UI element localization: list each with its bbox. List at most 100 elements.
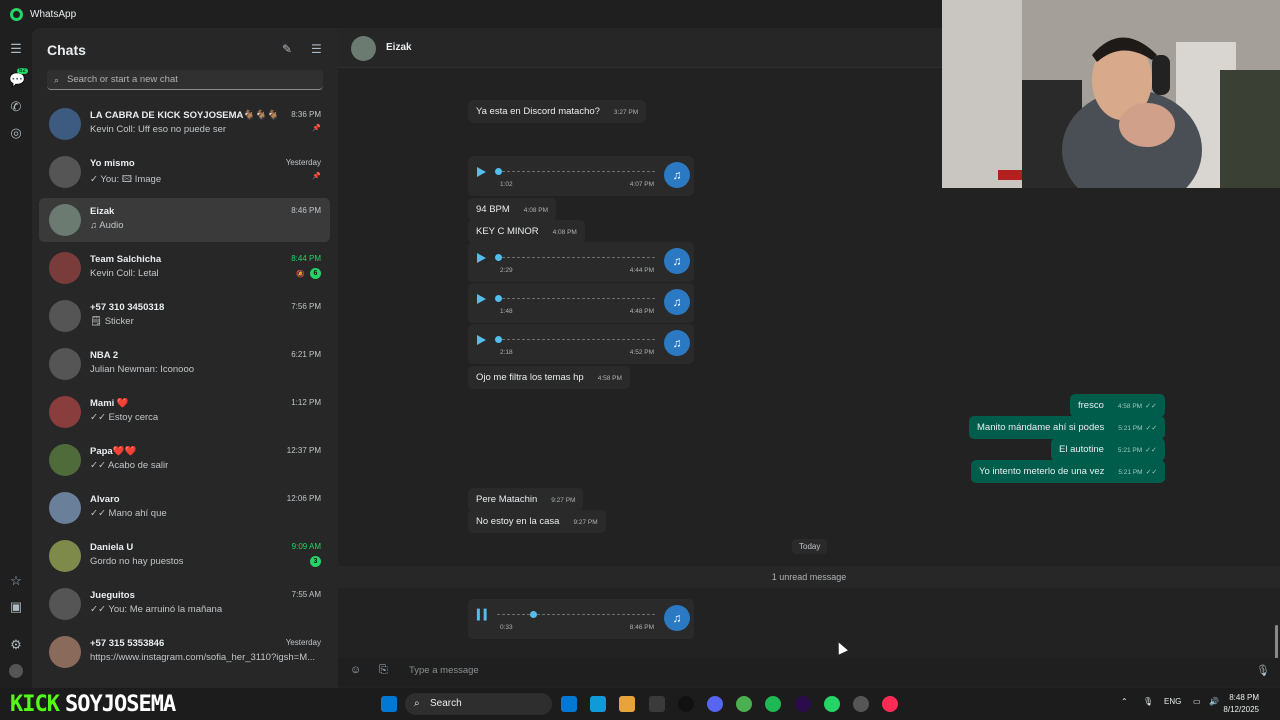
chat-name: +57 310 3450318 bbox=[90, 302, 165, 313]
search-input[interactable]: ⌕ Search or start a new chat bbox=[47, 70, 323, 90]
message-out[interactable]: Yo intento meterlo de una vez 5:21 PM ✓✓ bbox=[971, 460, 1166, 483]
pause-icon[interactable]: ▍▍ bbox=[477, 610, 491, 621]
chat-list-item[interactable]: Alvaro ✓✓ Mano ahí que 12:06 PM bbox=[39, 486, 330, 530]
chat-list-item[interactable]: Jueguitos ✓✓ You: Me arruinó la mañana 7:5… bbox=[39, 582, 330, 626]
tray-chevron-icon[interactable]: ⌃ bbox=[1121, 697, 1128, 706]
webcam-image bbox=[942, 0, 1280, 188]
calls-icon[interactable]: ✆ bbox=[9, 100, 23, 114]
play-icon[interactable] bbox=[477, 294, 486, 304]
chat-time: 8:36 PM bbox=[291, 110, 321, 119]
chat-preview: Kevin Coll: Uff eso no puede ser bbox=[90, 124, 227, 135]
tiktok-icon[interactable] bbox=[677, 696, 694, 712]
chat-name: +57 315 5353846 bbox=[90, 638, 165, 649]
music-note-icon: ♫ bbox=[664, 605, 690, 631]
chats-icon[interactable]: 💬 bbox=[9, 73, 25, 87]
status-icon[interactable]: ◎ bbox=[9, 126, 23, 140]
chat-list-item[interactable]: +57 315 5353846 https://www.instagram.com… bbox=[39, 630, 330, 674]
audio-message-playing[interactable]: ▍▍ 0:33 8:46 PM ♫ bbox=[468, 599, 694, 639]
microphone-icon[interactable]: 🎙 bbox=[1256, 664, 1270, 677]
message-input[interactable]: Type a message bbox=[409, 665, 479, 676]
music-note-icon: ♫ bbox=[664, 162, 690, 188]
starred-icon[interactable]: ☆ bbox=[9, 574, 23, 588]
store-icon[interactable] bbox=[648, 696, 665, 712]
premiere-icon[interactable] bbox=[794, 696, 811, 712]
message-in[interactable]: No estoy en la casa 9:27 PM bbox=[468, 510, 606, 533]
chat-avatar bbox=[49, 300, 81, 332]
emoji-icon[interactable]: ☺ bbox=[350, 664, 361, 676]
chat-list-item[interactable]: Papa❤️❤️ ✓✓ Acabo de salir 12:37 PM bbox=[39, 438, 330, 482]
search-icon: ⌕ bbox=[414, 698, 420, 709]
chat-name: Team Salchicha bbox=[90, 254, 162, 265]
chat-list-item[interactable]: NBA 2 Julian Newman: Iconooo 6:21 PM bbox=[39, 342, 330, 386]
clock[interactable]: 8:48 PM 8/12/2025 bbox=[1223, 692, 1259, 716]
audio-message[interactable]: 1:02 4:07 PM ♫ bbox=[468, 156, 694, 196]
spotify-icon[interactable] bbox=[765, 696, 782, 712]
chat-avatar bbox=[49, 588, 81, 620]
contact-avatar[interactable] bbox=[351, 36, 376, 61]
chat-avatar bbox=[49, 252, 81, 284]
settings-icon[interactable]: ⚙ bbox=[9, 638, 23, 652]
task-view-icon[interactable] bbox=[561, 696, 577, 712]
obs-icon[interactable] bbox=[853, 696, 869, 712]
chat-preview: 🗒 Sticker bbox=[90, 316, 134, 327]
menu-icon[interactable]: ☰ bbox=[9, 42, 23, 56]
play-icon[interactable] bbox=[477, 335, 486, 345]
chat-name: Jueguitos bbox=[90, 590, 135, 601]
message-out[interactable]: fresco 4:58 PM ✓✓ bbox=[1070, 394, 1165, 417]
chat-name: Eizak bbox=[90, 206, 115, 217]
chrome-icon[interactable] bbox=[736, 696, 753, 712]
language-indicator[interactable]: ENG bbox=[1164, 697, 1181, 706]
file-explorer-icon[interactable] bbox=[619, 696, 636, 712]
pin-icon: 📌 bbox=[312, 173, 321, 180]
audio-message[interactable]: 1:48 4:48 PM ♫ bbox=[468, 283, 694, 323]
chat-preview: ✓✓ You: Me arruinó la mañana bbox=[90, 604, 223, 615]
chat-list-item[interactable]: Daniela U Gordo no hay puestos 9:09 AM 3 bbox=[39, 534, 330, 578]
audio-progress-dot[interactable] bbox=[529, 611, 537, 618]
chat-name: Papa❤️❤️ bbox=[90, 446, 137, 457]
chat-avatar bbox=[49, 348, 81, 380]
edge-icon[interactable] bbox=[590, 696, 607, 712]
chat-avatar bbox=[49, 204, 81, 236]
chat-time: 7:56 PM bbox=[291, 302, 321, 311]
chat-preview: Kevin Coll: Letal bbox=[90, 268, 159, 279]
audio-message[interactable]: 2:18 4:52 PM ♫ bbox=[468, 324, 694, 364]
message-out[interactable]: Manito mándame ahí si podes 5:21 PM ✓✓ bbox=[969, 416, 1166, 439]
discord-icon[interactable] bbox=[707, 696, 723, 712]
start-icon[interactable] bbox=[381, 696, 397, 712]
message-in[interactable]: Ojo me filtra los temas hp 4:58 PM bbox=[468, 366, 630, 389]
chat-time: 8:44 PM bbox=[291, 254, 321, 263]
network-icon[interactable]: ▭ bbox=[1193, 697, 1201, 706]
message-in[interactable]: Pere Matachin 9:27 PM bbox=[468, 488, 584, 511]
whatsapp-icon[interactable] bbox=[823, 696, 840, 712]
profile-avatar[interactable] bbox=[9, 664, 23, 678]
music-note-icon: ♫ bbox=[664, 248, 690, 274]
message-composer: ☺ ⎘ Type a message 🎙 bbox=[338, 658, 1280, 686]
chat-name: Alvaro bbox=[90, 494, 120, 505]
chat-list-item[interactable]: +57 310 3450318 🗒 Sticker 7:56 PM bbox=[39, 294, 330, 338]
taskbar-search[interactable]: ⌕ Search bbox=[405, 693, 552, 715]
chat-list-item[interactable]: Mami ❤️ ✓✓ Estoy cerca 1:12 PM bbox=[39, 390, 330, 434]
chat-list-item[interactable]: Eizak ♫ Audio 8:46 PM bbox=[39, 198, 330, 242]
attach-icon[interactable]: ⎘ bbox=[379, 664, 388, 677]
filter-icon[interactable]: ☰ bbox=[311, 42, 322, 56]
message-out[interactable]: El autotine 5:21 PM ✓✓ bbox=[1051, 438, 1165, 461]
tiktok-live-icon[interactable] bbox=[882, 696, 899, 712]
play-icon[interactable] bbox=[477, 167, 486, 177]
chat-list-item[interactable]: Team Salchicha Kevin Coll: Letal 8:44 PM 🔕 6 bbox=[39, 246, 330, 290]
volume-icon[interactable]: 🔊 bbox=[1209, 697, 1219, 706]
message-in[interactable]: KEY C MINOR 4:08 PM bbox=[468, 220, 585, 243]
tray-mic-icon[interactable]: 🎙 bbox=[1143, 697, 1153, 706]
archive-icon[interactable]: ▣ bbox=[9, 600, 23, 614]
search-placeholder: Search or start a new chat bbox=[67, 74, 178, 85]
chat-name: Mami ❤️ bbox=[90, 398, 129, 409]
new-chat-icon[interactable]: ✎ bbox=[282, 42, 292, 56]
message-in[interactable]: Ya esta en Discord matacho? 3:27 PM bbox=[468, 100, 647, 123]
contact-name: Eizak bbox=[386, 42, 412, 53]
chat-list-item[interactable]: LA CABRA DE KICK SOYJOSEMA🐐🐐🐐 Kevin Coll:… bbox=[39, 102, 330, 146]
audio-message[interactable]: 2:29 4:44 PM ♫ bbox=[468, 242, 694, 282]
message-in[interactable]: 94 BPM 4:08 PM bbox=[468, 198, 557, 221]
chat-list-item[interactable]: Yo mismo ✓ You: 🖾 Image Yesterday 📌 bbox=[39, 150, 330, 194]
play-icon[interactable] bbox=[477, 253, 486, 263]
muted-icon: 🔕 bbox=[296, 270, 305, 278]
chat-preview: Julian Newman: Iconooo bbox=[90, 364, 195, 375]
